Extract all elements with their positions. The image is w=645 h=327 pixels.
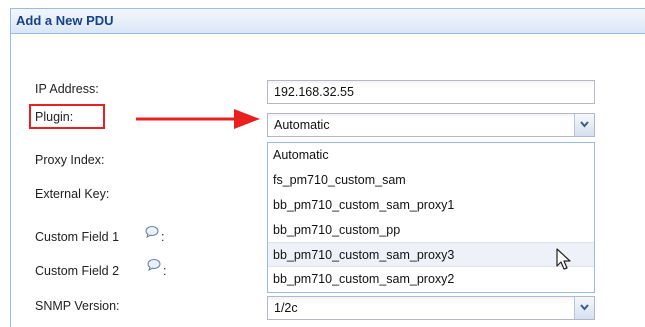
- plugin-option[interactable]: bb_pm710_custom_pp: [268, 218, 594, 243]
- panel-title: Add a New PDU: [16, 13, 114, 28]
- red-arrow-annotation: [136, 109, 260, 129]
- plugin-selected-value: Automatic: [274, 118, 330, 132]
- custom-field-1-label: Custom Field 1: [35, 230, 119, 244]
- plugin-option[interactable]: bb_pm710_custom_sam_proxy2: [268, 267, 594, 292]
- plugin-option[interactable]: Automatic: [268, 143, 594, 168]
- plugin-option-hovered[interactable]: bb_pm710_custom_sam_proxy3: [268, 242, 594, 267]
- ip-address-label: IP Address:: [35, 82, 99, 96]
- plugin-dropdown-list: Automatic fs_pm710_custom_sam bb_pm710_c…: [267, 142, 595, 293]
- external-key-label: External Key:: [35, 187, 110, 201]
- mouse-pointer-icon: [556, 248, 571, 270]
- snmp-version-value: 1/2c: [274, 301, 298, 315]
- custom-field-1-text: Custom Field 1: [35, 230, 120, 244]
- ip-address-input[interactable]: 192.168.32.55: [267, 80, 595, 104]
- ip-address-value: 192.168.32.55: [274, 85, 354, 99]
- plugin-highlight-box: [29, 104, 105, 129]
- custom-field-1-colon: :: [161, 230, 165, 244]
- snmp-version-label: SNMP Version:: [35, 299, 120, 313]
- plugin-option[interactable]: fs_pm710_custom_sam: [268, 168, 594, 193]
- plugin-select[interactable]: Automatic: [267, 113, 595, 137]
- snmp-version-select[interactable]: 1/2c: [267, 296, 595, 320]
- help-bubble-icon[interactable]: [147, 259, 161, 271]
- custom-field-2-text: Custom Field 2: [35, 264, 120, 278]
- chevron-down-icon: [580, 121, 589, 128]
- custom-field-2-label: Custom Field 2: [35, 264, 119, 278]
- custom-field-2-colon: :: [163, 264, 167, 278]
- proxy-index-label: Proxy Index:: [35, 153, 105, 167]
- panel-header: Add a New PDU: [11, 9, 645, 34]
- plugin-dropdown-trigger[interactable]: [574, 114, 594, 136]
- chevron-down-icon: [580, 304, 589, 311]
- snmp-version-dropdown-trigger[interactable]: [574, 297, 594, 319]
- help-bubble-icon[interactable]: [145, 226, 159, 238]
- plugin-option[interactable]: bb_pm710_custom_sam_proxy1: [268, 193, 594, 218]
